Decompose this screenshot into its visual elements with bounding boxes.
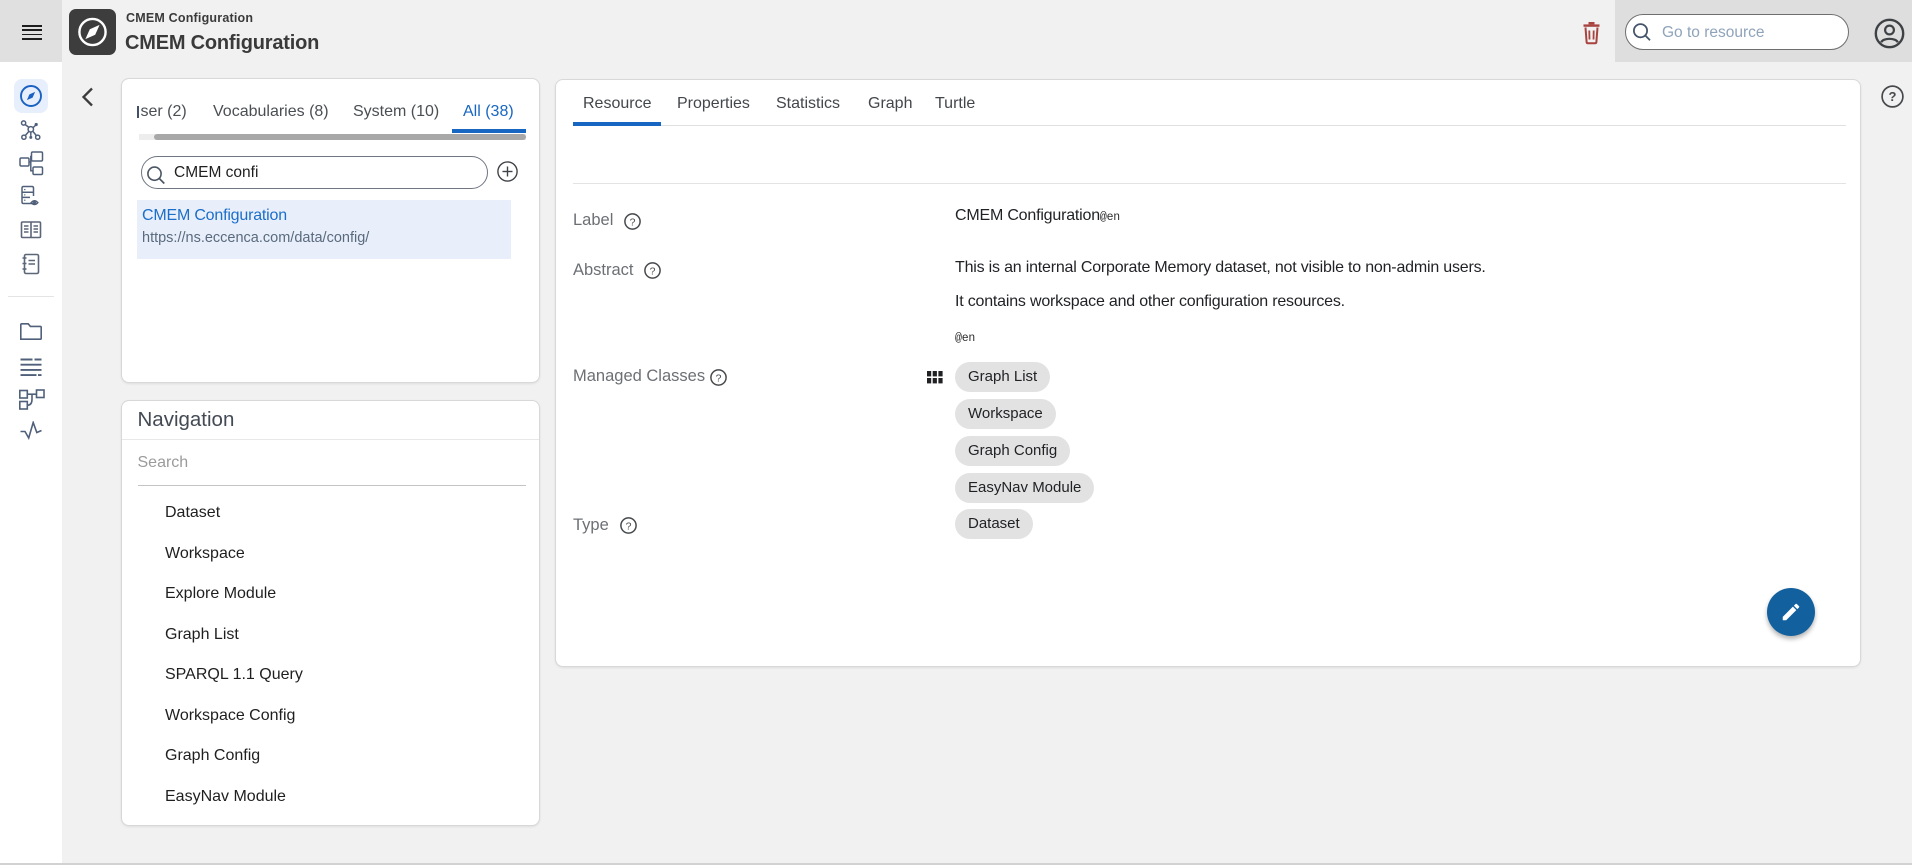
svg-text:?: ? [650, 265, 656, 277]
svg-text:?: ? [716, 372, 722, 384]
svg-text:?: ? [630, 216, 636, 228]
svg-text:?: ? [626, 520, 632, 532]
svg-text:?: ? [1889, 89, 1897, 104]
